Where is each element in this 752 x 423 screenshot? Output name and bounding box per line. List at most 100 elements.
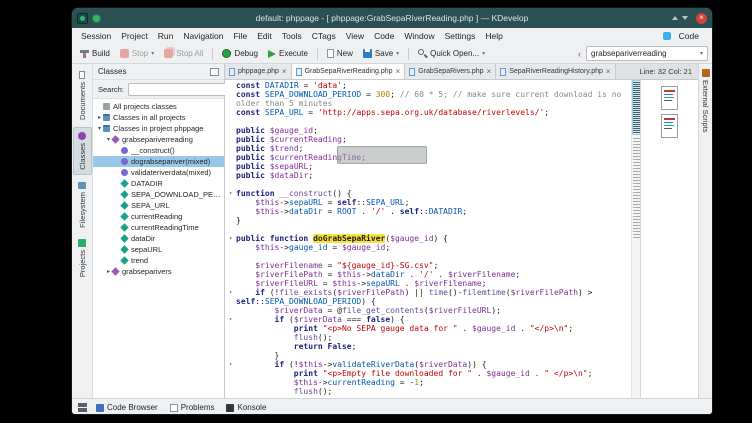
menu-navigation[interactable]: Navigation <box>178 30 228 42</box>
class-tree-item[interactable]: sepaURL <box>93 244 224 255</box>
classes-search-input[interactable] <box>128 83 233 96</box>
search-combo[interactable]: grabsepariverreading ▾ <box>586 46 708 61</box>
menu-view[interactable]: View <box>341 30 369 42</box>
detach-panel-icon[interactable] <box>210 68 219 76</box>
code-line[interactable]: } <box>225 351 631 360</box>
code-line[interactable]: $riverFilePath = $this->dataDir . '/' . … <box>225 270 631 279</box>
quick-open-button[interactable]: Quick Open...▾ <box>414 47 489 60</box>
code-line[interactable]: $this->dataDir = ROOT . '/' . self::DATA… <box>225 207 631 216</box>
minimap-view-rect[interactable] <box>632 80 640 135</box>
kdevelop-app-icon[interactable] <box>77 13 88 24</box>
class-tree-item[interactable]: DATADIR <box>93 178 224 189</box>
fold-marker-icon[interactable]: ▾ <box>225 315 236 324</box>
code-line[interactable]: print "<p>No SEPA gauge data for " . $ga… <box>225 324 631 333</box>
code-line[interactable]: public $sepaURL; <box>225 162 631 171</box>
code-line[interactable]: public $dataDir; <box>225 171 631 180</box>
code-area-button[interactable]: Code <box>674 30 704 42</box>
sidebar-tab-classes[interactable]: Classes <box>73 127 92 175</box>
sidebar-tab-documents[interactable]: Documents <box>73 66 92 125</box>
editor-tab[interactable]: phppage.php× <box>225 64 292 79</box>
menu-edit[interactable]: Edit <box>252 30 277 42</box>
menu-help[interactable]: Help <box>480 30 507 42</box>
editor-tab[interactable]: SepaRiverReadingHistory.php× <box>496 64 615 79</box>
menu-tools[interactable]: Tools <box>277 30 307 42</box>
code-line[interactable]: public $currentReadingTime; <box>225 153 631 162</box>
code-line[interactable]: $riverFilename = "${gauge_id}-SG.csv"; <box>225 261 631 270</box>
close-icon[interactable]: × <box>696 13 707 24</box>
menu-file[interactable]: File <box>228 30 252 42</box>
class-tree-item[interactable]: __construct() <box>93 145 224 156</box>
class-tree-item[interactable]: validateriverdata(mixed) <box>93 167 224 178</box>
tree-expander-icon[interactable]: ▸ <box>96 114 103 121</box>
sidebar-tab-external-scripts[interactable]: External Scripts <box>701 80 710 133</box>
class-tree-item[interactable]: trend <box>93 255 224 266</box>
code-line[interactable]: $riverData = @file_get_contents($riverFi… <box>225 306 631 315</box>
toolview-menu-button[interactable] <box>76 401 89 414</box>
menu-window[interactable]: Window <box>399 30 439 42</box>
code-line[interactable]: $riverFileURL = $this->sepaURL . $riverF… <box>225 279 631 288</box>
class-tree-item[interactable]: SEPA_DOWNLOAD_PERIOD <box>93 189 224 200</box>
code-line[interactable]: } <box>225 216 631 225</box>
editor-tab[interactable]: GrabSepaRivers.php× <box>405 64 496 79</box>
tab-close-icon[interactable]: × <box>606 68 611 76</box>
code-line[interactable] <box>225 180 631 189</box>
code-line[interactable]: const SEPA_DOWNLOAD_PERIOD = 300; // 60 … <box>225 90 631 99</box>
debug-button[interactable]: Debug <box>218 47 262 60</box>
tab-close-icon[interactable]: × <box>282 68 287 76</box>
class-tree-item[interactable]: ▾grabsepariverreading <box>93 134 224 145</box>
tab-close-icon[interactable]: × <box>487 68 492 76</box>
build-button[interactable]: Build <box>76 47 114 60</box>
class-tree-item[interactable]: All projects classes <box>93 101 224 112</box>
stop-button[interactable]: Stop▾ <box>116 47 158 60</box>
code-line[interactable]: ▾ if ($riverData === false) { <box>225 315 631 324</box>
code-line[interactable]: $this->sepaURL = self::SEPA_URL; <box>225 198 631 207</box>
fold-marker-icon[interactable]: ▾ <box>225 360 236 369</box>
class-tree-item[interactable]: currentReading <box>93 211 224 222</box>
fold-marker-icon[interactable]: ▾ <box>225 189 236 198</box>
code-line[interactable]: older than 5 minutes <box>225 99 631 108</box>
tree-expander-icon[interactable]: ▾ <box>96 125 103 132</box>
new-button[interactable]: New <box>323 47 357 60</box>
scrollbar-minimap[interactable] <box>631 80 640 398</box>
code-line[interactable] <box>225 117 631 126</box>
code-line[interactable]: print "<p>Empty file downloaded for " . … <box>225 369 631 378</box>
class-tree-item[interactable]: dataDir <box>93 233 224 244</box>
search-input[interactable]: grabsepariverreading <box>591 49 697 58</box>
code-line[interactable]: return False; <box>225 342 631 351</box>
editor-tab[interactable]: GrabSepaRiverReading.php× <box>292 64 406 79</box>
class-tree-item[interactable]: ▸grabseparivers <box>93 266 224 277</box>
code-line[interactable]: const SEPA_URL = 'http://apps.sepa.org.u… <box>225 108 631 117</box>
code-line[interactable]: ▾ if (!$this->validateRiverData($riverDa… <box>225 360 631 369</box>
konsole-button[interactable]: Konsole <box>221 401 271 414</box>
code-line[interactable]: flush(); <box>225 387 631 396</box>
keep-above-icon[interactable] <box>672 16 678 20</box>
fold-marker-icon[interactable]: ▾ <box>225 234 236 243</box>
script-thumbnail[interactable] <box>661 114 678 138</box>
code-line[interactable]: ▾public function doGrabSepaRiver($gauge_… <box>225 234 631 243</box>
problems-button[interactable]: Problems <box>165 401 220 414</box>
code-line[interactable] <box>225 225 631 234</box>
execute-button[interactable]: Execute <box>264 47 312 60</box>
code-line[interactable]: const DATADIR = 'data'; <box>225 81 631 90</box>
code-line[interactable] <box>225 252 631 261</box>
class-tree-item[interactable]: currentReadingTime <box>93 222 224 233</box>
menu-project[interactable]: Project <box>116 30 152 42</box>
text-editor[interactable]: const DATADIR = 'data';const SEPA_DOWNLO… <box>225 80 640 398</box>
save-button[interactable]: Save▾ <box>359 47 403 60</box>
fold-marker-icon[interactable]: ▾ <box>225 288 236 297</box>
stop-all-button[interactable]: Stop All <box>160 47 207 60</box>
code-line[interactable]: public $currentReading; <box>225 135 631 144</box>
code-line[interactable]: $this->currentReading = -1; <box>225 378 631 387</box>
class-tree-item[interactable]: ▾Classes in project phppage <box>93 123 224 134</box>
class-tree-item[interactable]: SEPA_URL <box>93 200 224 211</box>
menu-session[interactable]: Session <box>76 30 116 42</box>
tab-close-icon[interactable]: × <box>396 68 401 76</box>
code-browser-button[interactable]: Code Browser <box>91 401 163 414</box>
sidebar-tab-projects[interactable]: Projects <box>73 234 92 282</box>
code-line[interactable]: ▾function __construct() { <box>225 189 631 198</box>
menu-settings[interactable]: Settings <box>440 30 481 42</box>
script-thumbnail[interactable] <box>661 86 678 110</box>
menu-code[interactable]: Code <box>369 30 399 42</box>
code-line[interactable]: public $gauge_id; <box>225 126 631 135</box>
toolbar-overflow-icon[interactable]: ‹ <box>576 49 583 59</box>
